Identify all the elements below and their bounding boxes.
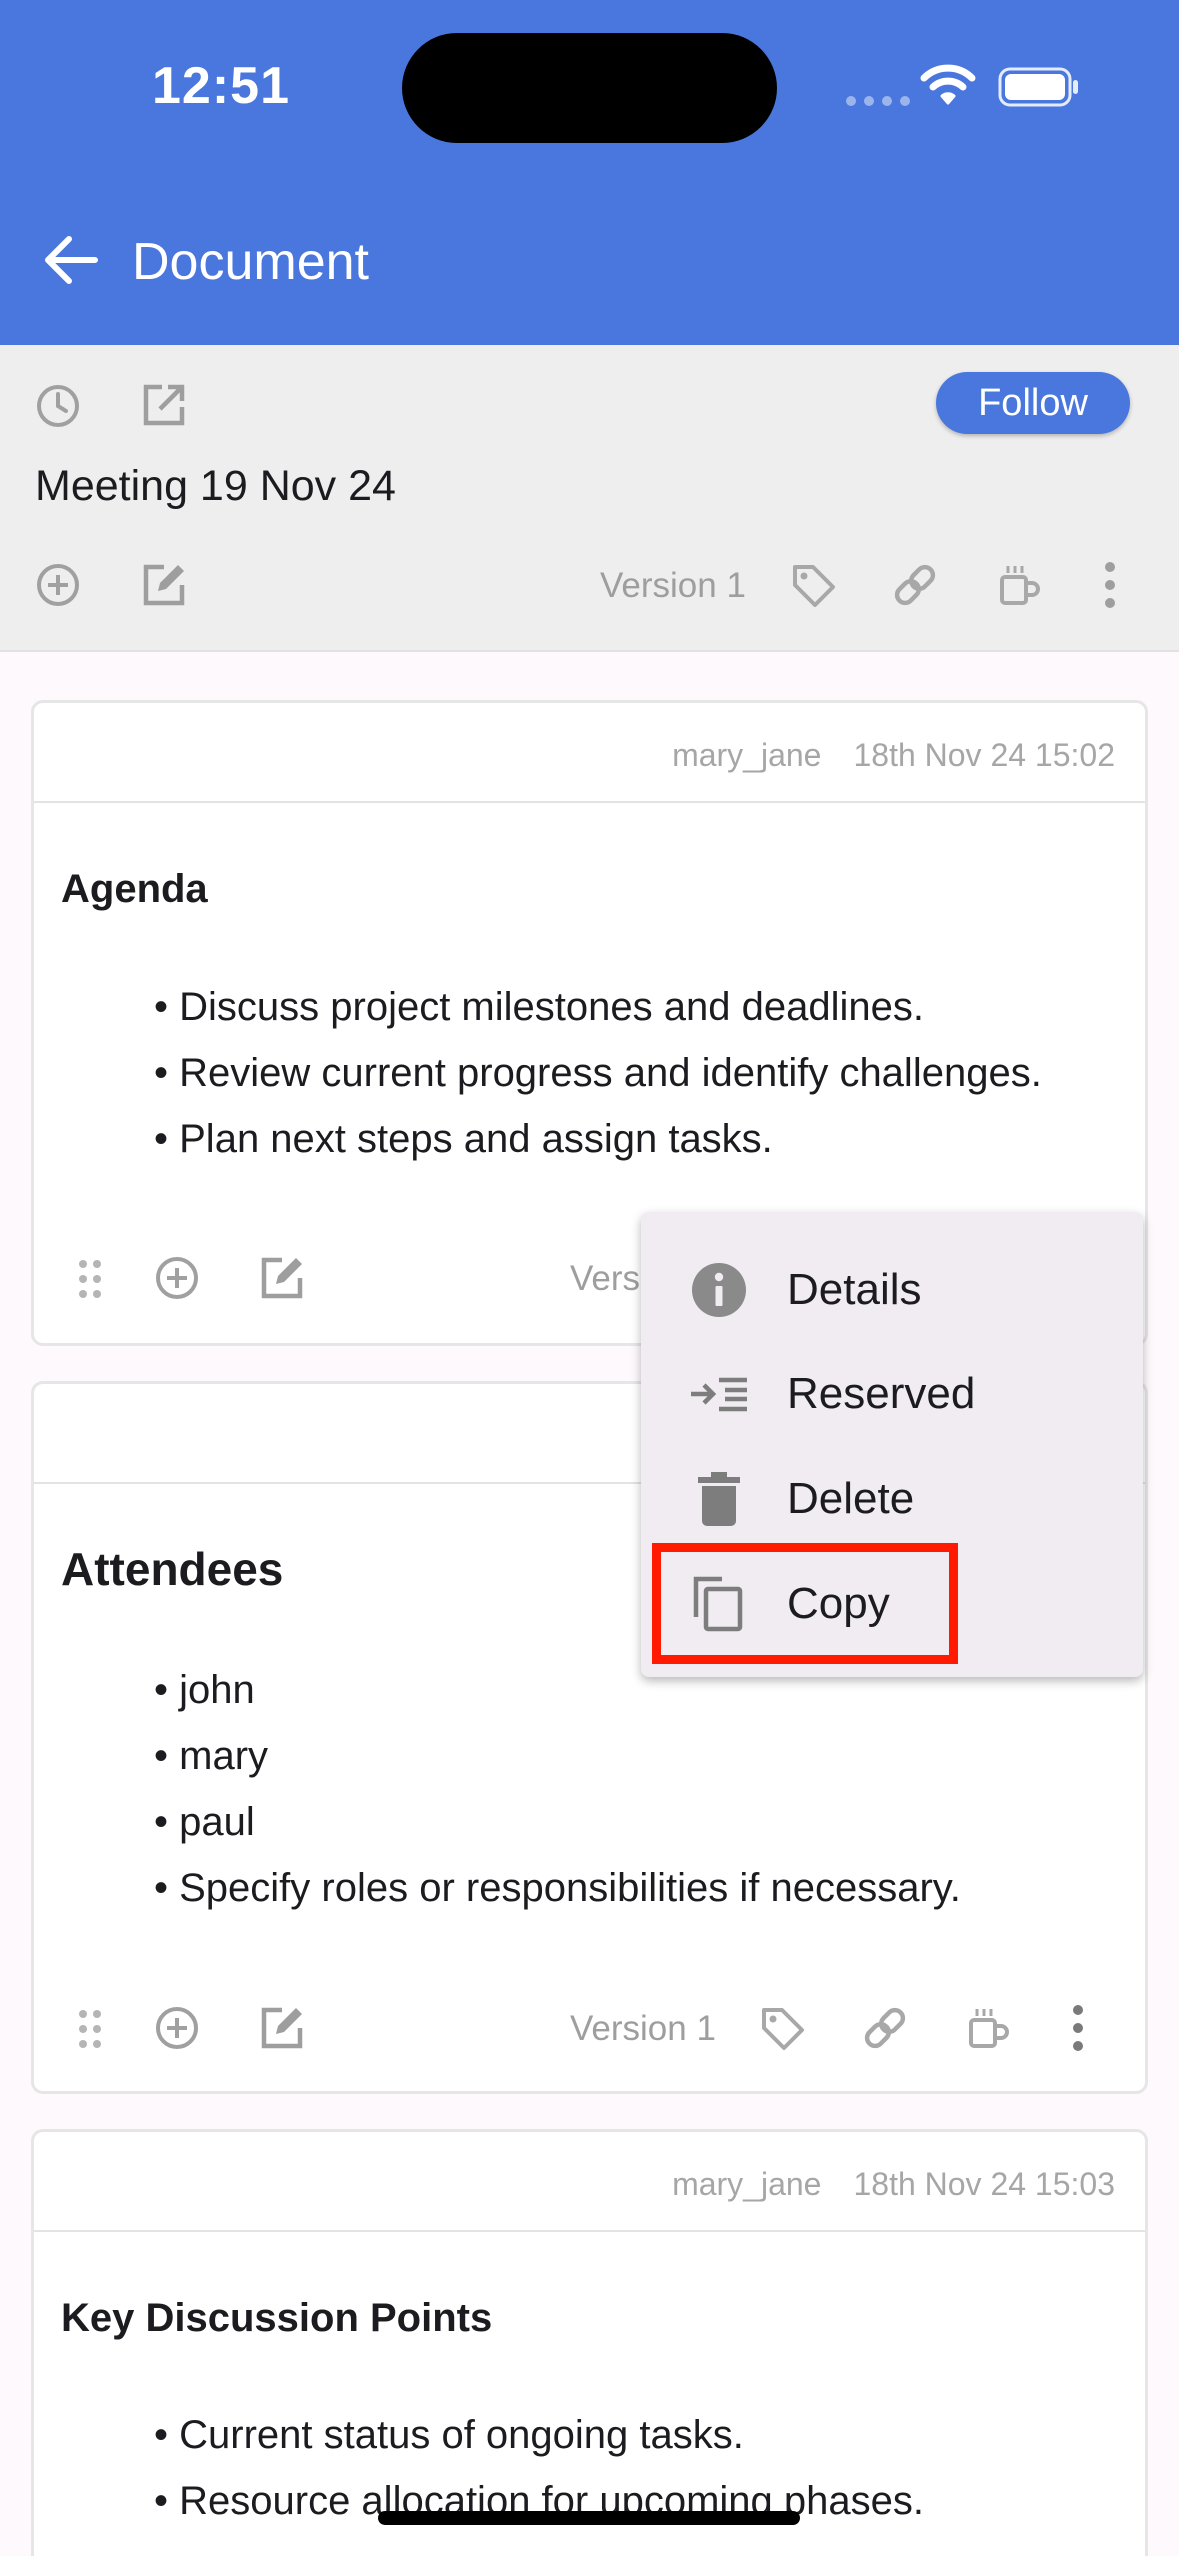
open-external-icon[interactable] — [134, 375, 194, 435]
dynamic-island — [402, 33, 777, 143]
document-title: Meeting 19 Nov 24 — [35, 462, 396, 510]
menu-item-label: Delete — [787, 1474, 915, 1523]
more-vert-icon[interactable] — [1090, 555, 1130, 615]
mug-icon[interactable] — [988, 555, 1048, 615]
card-timestamp: 18th Nov 24 15:03 — [853, 2166, 1115, 2202]
battery-icon — [998, 67, 1082, 112]
card-meta: mary_jane 18th Nov 24 15:02 — [672, 737, 1115, 774]
home-indicator — [378, 2511, 800, 2525]
history-icon[interactable] — [30, 378, 86, 434]
card-author: mary_jane — [672, 737, 822, 773]
list-item: Review current progress and identify cha… — [154, 1040, 1042, 1106]
trash-icon — [689, 1469, 749, 1529]
menu-item-delete[interactable]: Delete — [641, 1447, 1143, 1551]
document-version: Version 1 — [600, 566, 746, 605]
list-item: Current status of ongoing tasks. — [154, 2402, 924, 2468]
card-version: Vers — [570, 1259, 641, 1298]
list-item: Specify roles or responsibilities if nec… — [154, 1855, 961, 1921]
link-icon[interactable] — [855, 1998, 915, 2058]
tag-icon[interactable] — [752, 1998, 812, 2058]
more-vert-icon[interactable] — [1058, 1998, 1098, 2058]
add-circle-icon[interactable] — [149, 2000, 205, 2056]
card-author: mary_jane — [672, 2166, 822, 2202]
list-item: paul — [154, 1789, 961, 1855]
content-card: mary_jane 18th Nov 24 15:03 Key Discussi… — [31, 2129, 1148, 2556]
menu-item-details[interactable]: Details — [641, 1238, 1143, 1342]
app-bar: 12:51 Document — [0, 0, 1179, 345]
mug-icon[interactable] — [957, 1998, 1017, 2058]
menu-item-label: Details — [787, 1265, 922, 1314]
tag-icon[interactable] — [783, 555, 843, 615]
add-circle-icon[interactable] — [149, 1250, 205, 1306]
divider — [34, 2230, 1145, 2232]
card-heading: Agenda — [61, 867, 208, 911]
card-meta: mary_jane 18th Nov 24 15:03 — [672, 2166, 1115, 2203]
page-title: Document — [132, 233, 369, 291]
list-item: Plan next steps and assign tasks. — [154, 1106, 1042, 1172]
edit-icon[interactable] — [134, 555, 194, 615]
bullet-list: john mary paul Specify roles or responsi… — [154, 1657, 961, 1921]
list-item: mary — [154, 1723, 961, 1789]
card-heading: Key Discussion Points — [61, 2296, 493, 2340]
edit-icon[interactable] — [252, 1248, 312, 1308]
back-button[interactable] — [36, 225, 106, 295]
edit-icon[interactable] — [252, 1998, 312, 2058]
follow-button[interactable]: Follow — [936, 372, 1130, 434]
card-version: Version 1 — [570, 2009, 716, 2048]
status-time: 12:51 — [152, 57, 290, 115]
list-item: Discuss project milestones and deadlines… — [154, 974, 1042, 1040]
link-icon[interactable] — [885, 555, 945, 615]
drag-handle-icon[interactable] — [70, 2002, 110, 2056]
add-circle-icon[interactable] — [30, 557, 86, 613]
menu-item-reserved[interactable]: Reserved — [641, 1342, 1143, 1446]
divider — [34, 801, 1145, 803]
arrow-left-icon — [45, 236, 98, 284]
indent-icon — [689, 1364, 749, 1424]
drag-handle-icon[interactable] — [70, 1252, 110, 1306]
cellular-signal-icon — [846, 96, 910, 106]
menu-item-label: Reserved — [787, 1369, 976, 1418]
wifi-icon — [920, 62, 976, 111]
card-timestamp: 18th Nov 24 15:02 — [853, 737, 1115, 773]
card-heading: Attendees — [61, 1543, 284, 1595]
bullet-list: Discuss project milestones and deadlines… — [154, 974, 1042, 1172]
info-icon — [689, 1260, 749, 1320]
copy-highlight-box — [652, 1543, 958, 1664]
